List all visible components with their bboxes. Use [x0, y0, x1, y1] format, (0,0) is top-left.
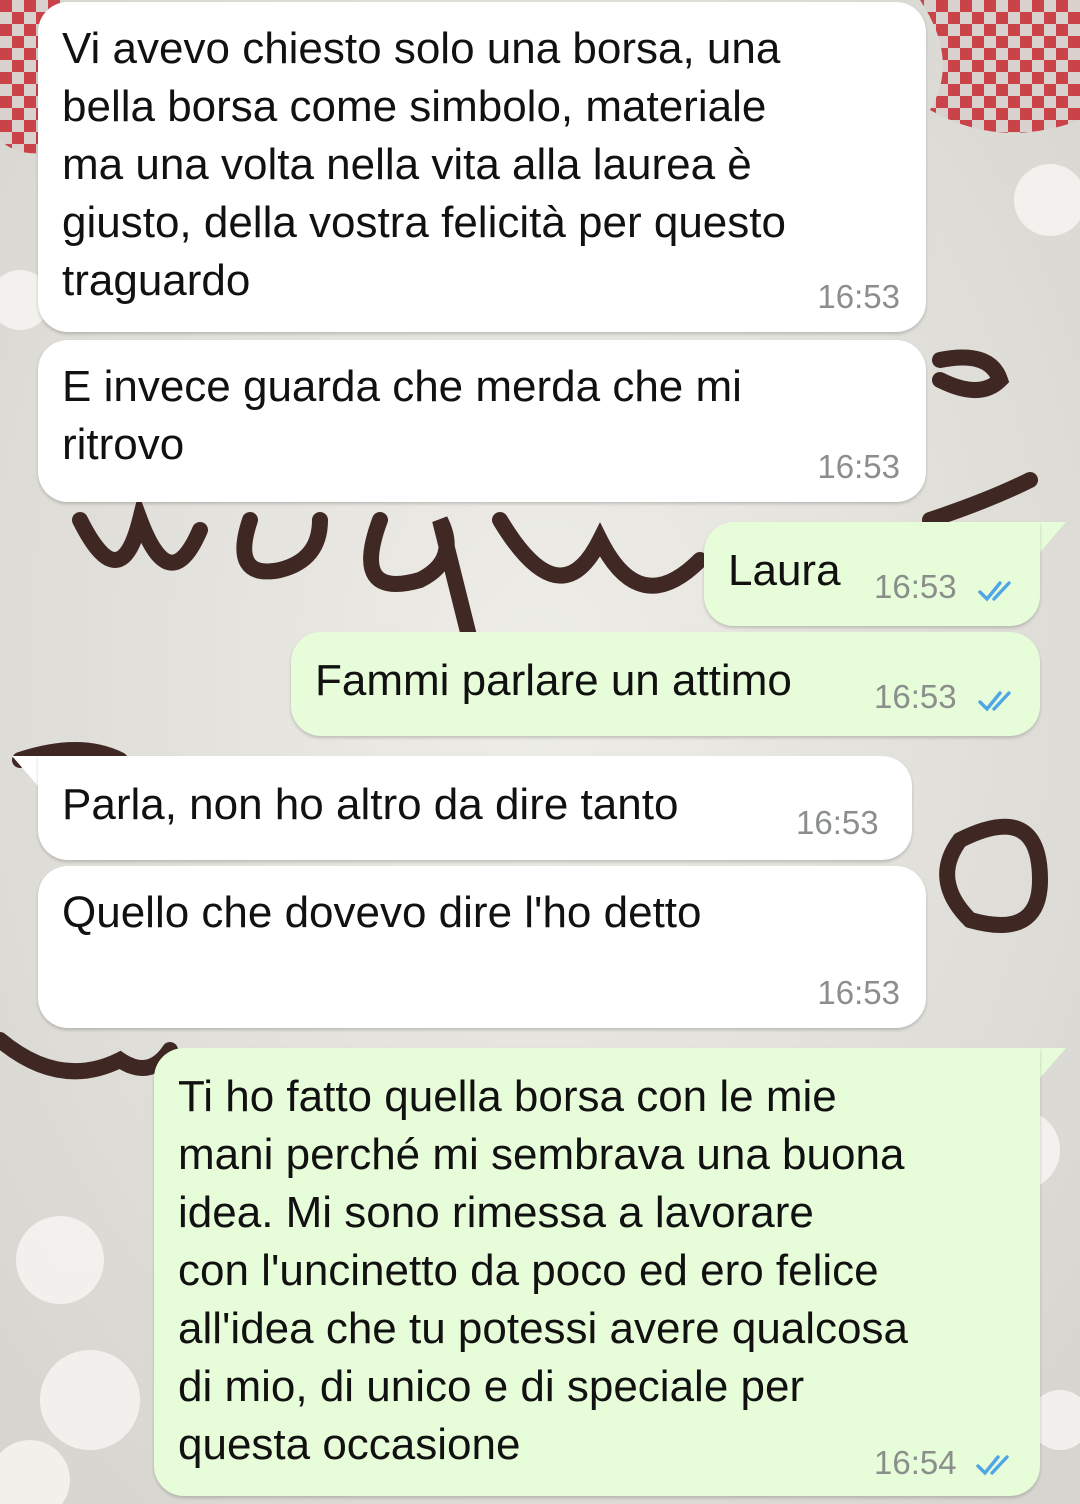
message-text: Fammi parlare un attimo	[315, 656, 792, 705]
message-bubble-outgoing[interactable]: Laura 16:53	[704, 522, 1040, 626]
message-timestamp: 16:54	[874, 1444, 957, 1481]
message-bubble-outgoing[interactable]: Fammi parlare un attimo 16:53	[291, 632, 1040, 736]
message-timestamp: 16:53	[817, 448, 900, 485]
message-text: Ti ho fatto quella borsa con le mie mani…	[178, 1072, 908, 1469]
message-timestamp: 16:53	[874, 568, 957, 605]
bubble-tail	[1040, 1048, 1066, 1078]
double-check-icon	[978, 691, 1011, 712]
message-text: Quello che dovevo dire l'ho detto	[62, 888, 702, 937]
message-text: Parla, non ho altro da dire tanto	[62, 780, 679, 829]
message-bubble-incoming[interactable]: Parla, non ho altro da dire tanto 16:53	[38, 756, 912, 860]
message-timestamp: 16:53	[796, 804, 879, 841]
bubble-tail	[12, 756, 38, 786]
message-timestamp: 16:53	[817, 278, 900, 315]
message-timestamp: 16:53	[874, 678, 957, 715]
message-text: Vi avevo chiesto solo una borsa, una bel…	[62, 24, 786, 305]
double-check-icon	[976, 1455, 1009, 1476]
message-bubble-incoming[interactable]: Vi avevo chiesto solo una borsa, una bel…	[38, 2, 926, 332]
bubble-tail	[1040, 522, 1066, 552]
message-bubble-outgoing[interactable]: Ti ho fatto quella borsa con le mie mani…	[154, 1048, 1040, 1496]
message-text: E invece guarda che merda che mi ritrovo	[62, 362, 742, 469]
double-check-icon	[978, 581, 1011, 602]
message-text: Laura	[728, 546, 841, 595]
message-bubble-incoming[interactable]: Quello che dovevo dire l'ho detto 16:53	[38, 866, 926, 1028]
message-bubble-incoming[interactable]: E invece guarda che merda che mi ritrovo…	[38, 340, 926, 502]
message-timestamp: 16:53	[817, 974, 900, 1011]
